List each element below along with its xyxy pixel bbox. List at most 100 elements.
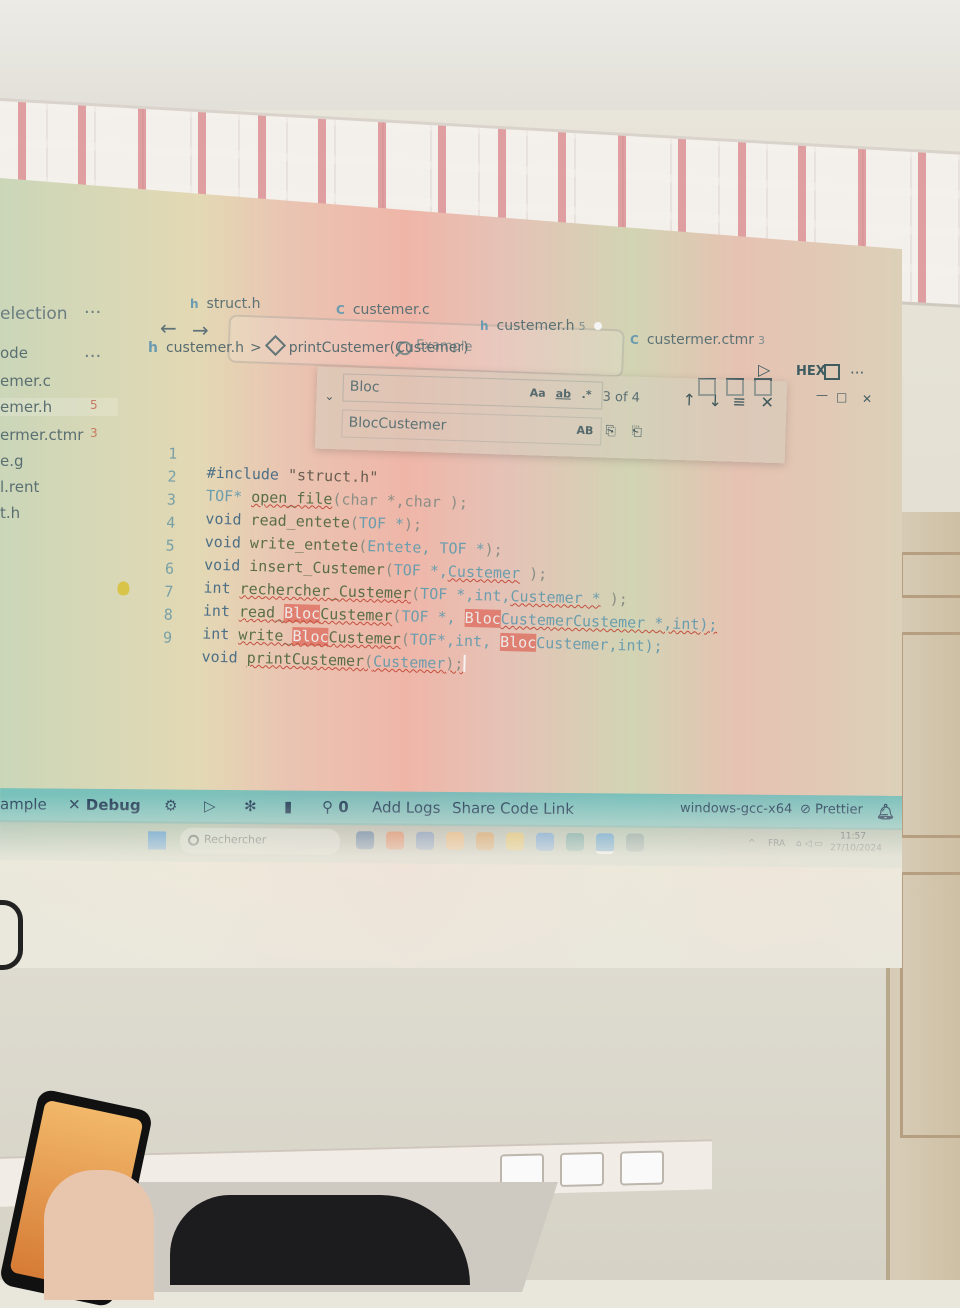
find-input[interactable]: Bloc Aa ab .* [342,373,604,410]
code-line: 4 void write_entete(Entete, TOF *); [147,495,503,558]
text-cursor [463,654,466,672]
c-file-icon: C [336,303,345,317]
code-editor[interactable]: 1 #include "struct.h" 2 TOF* open_file(c… [117,426,890,707]
preserve-case-toggle[interactable]: AB [576,424,593,438]
network-volume-icons[interactable]: ⌂ ◁ ▭ [796,839,823,849]
breadcrumb-file[interactable]: custemer.h [166,340,244,356]
maximize-icon[interactable]: □ [836,390,847,404]
debug-label: Debug [85,795,141,815]
explorer-file[interactable]: l.rent [0,478,39,496]
run-icon[interactable]: ▷ [758,360,770,379]
code-token: open_file [250,487,333,509]
clock-time[interactable]: 11:57 [840,831,866,841]
regex-toggle[interactable]: .* [581,388,591,401]
code-token: void [204,532,242,552]
windows-taskbar: Rechercher ^ FRA ⌂ ◁ ▭ 11:57 27/10/2024 [0,820,902,868]
tab-struct-h[interactable]: h struct.h [190,296,260,312]
next-match-icon[interactable]: ↓ [708,391,722,410]
explorer-file[interactable]: ermer.ctmr 3 [0,426,98,444]
chrome-icon[interactable] [475,832,495,851]
debug-bug-icon[interactable]: ✻ [244,797,257,815]
find-in-selection-icon[interactable]: ≡ [732,392,746,411]
vscode-icon[interactable] [595,833,615,855]
tray-chevron-icon[interactable]: ^ [748,839,756,849]
search-match-highlight: Bloc [464,608,502,628]
problems-badge: 5 [90,398,98,412]
c-file-icon: C [630,333,639,347]
app-icon[interactable] [565,833,585,852]
share-code-link-button[interactable]: Share Code Link [452,799,574,818]
prettier-icon: ⊘ [799,802,811,818]
file-label: e.g [0,452,24,470]
windows-start-icon[interactable] [147,831,167,850]
lightbulb-icon[interactable] [117,581,130,596]
code-token: Custemer [447,562,521,583]
code-token: Custemer [319,604,393,625]
code-token: Entete, TOF * [367,537,485,559]
tab-custermer-ctmr[interactable]: Ccustermer.ctmr 3 [630,332,765,348]
breadcrumb-symbol[interactable]: printCustemer(Custemer) [289,340,469,356]
more-actions-icon[interactable]: ··· [850,364,864,382]
replace-one-icon[interactable]: ⎘ [605,424,616,439]
code-token: TOF *,int, [419,584,511,606]
hex-editor-button[interactable]: HEX [796,364,826,379]
split-editor-icon[interactable] [824,364,840,380]
problems-badge: 5 [578,320,586,333]
tab-label: custemer.h [496,318,575,334]
tab-custemer-c[interactable]: Ccustemer.c [336,302,430,318]
explorer-file[interactable]: ode [0,344,28,362]
ports-count: 0 [338,798,349,817]
taskbar-search[interactable]: Rechercher [179,827,341,856]
match-case-toggle[interactable]: Aa [529,386,545,399]
file-label: emer.h [0,398,53,416]
code-token: read_entete [250,510,351,532]
line-number: 9 [162,628,173,647]
tab-label: custemer.c [352,302,430,318]
file-explorer-icon[interactable] [505,832,525,851]
notifications-bell-icon[interactable]: 🔔︎ [876,803,895,821]
toggle-replace-chevron-icon[interactable]: ⌄ [324,389,334,403]
whole-word-toggle[interactable]: ab [555,387,571,400]
app-icon[interactable] [415,831,435,850]
settings-gear-icon[interactable]: ⚙ [164,796,178,814]
run-status-icon[interactable]: ▷ [204,797,216,815]
app-icon[interactable] [445,831,465,851]
clock-date[interactable]: 27/10/2024 [830,843,882,853]
trash-icon[interactable]: ▮ [284,798,292,816]
code-token: "struct.h" [287,465,379,487]
door-panel [900,872,960,1138]
edge-icon[interactable] [535,832,555,851]
task-view-icon[interactable] [355,831,375,850]
debug-button[interactable]: ✕ Debug [68,796,141,815]
door-panel [900,552,960,598]
app-icon[interactable] [625,833,645,852]
previous-match-icon[interactable]: ↑ [682,390,696,409]
explorer-file[interactable]: t.h [0,504,20,522]
power-outlet [620,1150,664,1186]
explorer-file[interactable]: e.g [0,452,24,470]
ports-indicator[interactable]: ⚲ 0 [322,798,349,816]
code-line: 2 TOF* open_file(char *,char ); [149,449,468,512]
minimize-icon[interactable]: — [816,388,828,402]
app-icon[interactable] [385,831,405,850]
breadcrumb-separator: > [249,340,262,356]
tab-label: custermer.ctmr [646,332,755,348]
close-find-icon[interactable]: ✕ [760,393,774,412]
editor-tabs: h struct.h Ccustemer.c h custemer.h 5 Ccust… [0,296,902,348]
code-token: read_ [238,602,285,622]
keyboard-language[interactable]: FRA [768,839,785,849]
status-text[interactable]: ample [0,795,47,813]
replace-all-icon[interactable]: ⎗ [631,425,642,440]
prettier-status[interactable]: ⊘ Prettier [800,802,863,818]
code-token: Custemer [328,628,402,649]
tab-custemer-h[interactable]: h custemer.h 5 [480,318,602,334]
close-window-icon[interactable]: ✕ [862,392,872,406]
add-logs-button[interactable]: Add Logs [372,798,441,817]
code-token: Custemer * [510,587,601,608]
explorer-file[interactable]: emer.c [0,372,51,390]
c-header-file-icon: h [480,319,489,333]
eyeglasses [0,900,23,970]
compiler-selector[interactable]: windows-gcc-x64 [680,801,792,817]
explorer-file-active[interactable]: emer.h 5 [0,398,118,416]
code-token: int [201,624,230,644]
